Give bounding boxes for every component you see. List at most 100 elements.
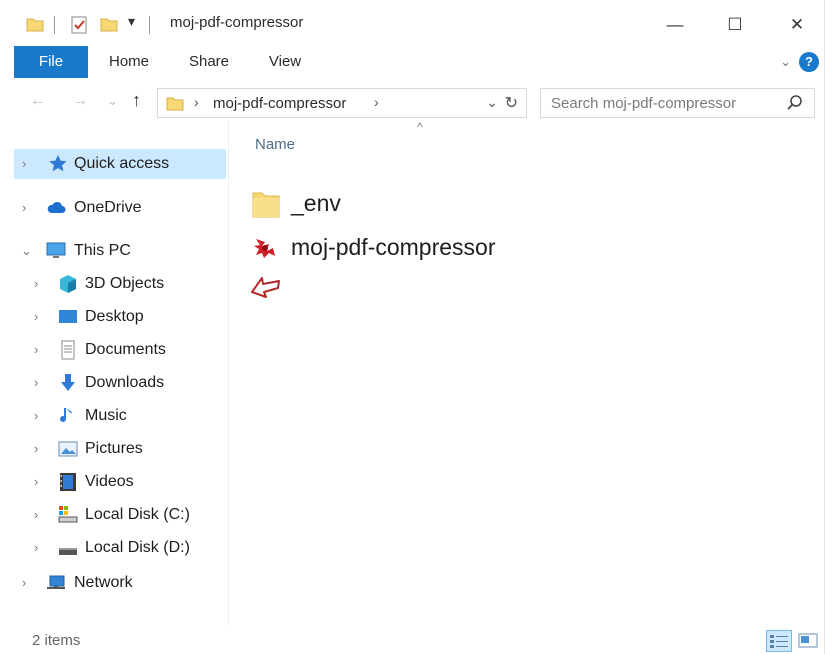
computer-icon xyxy=(46,242,66,258)
nav-item-local-disk-d[interactable]: › Local Disk (D:) xyxy=(14,533,226,563)
expand-icon[interactable]: › xyxy=(34,342,38,357)
star-icon xyxy=(49,155,67,172)
picture-icon xyxy=(58,441,78,457)
toolbar-separator xyxy=(149,16,150,34)
file-name: moj-pdf-compressor xyxy=(291,234,496,260)
desktop-icon xyxy=(59,310,77,323)
folder-icon[interactable] xyxy=(26,16,44,32)
expand-ribbon-icon[interactable]: ⌄ xyxy=(780,54,791,70)
cube-icon xyxy=(60,275,76,293)
expand-icon[interactable]: › xyxy=(34,276,38,291)
pane-divider[interactable] xyxy=(228,120,229,625)
close-button[interactable]: ✕ xyxy=(774,8,820,42)
expand-icon[interactable]: › xyxy=(34,309,38,324)
nav-item-videos[interactable]: › Videos xyxy=(14,467,226,497)
video-icon xyxy=(60,473,76,491)
nav-label: This PC xyxy=(74,242,131,259)
column-header-name[interactable]: Name xyxy=(255,136,295,153)
nav-item-desktop[interactable]: › Desktop xyxy=(14,302,226,332)
breadcrumb-current[interactable]: moj-pdf-compressor xyxy=(213,95,346,112)
window-title: moj-pdf-compressor xyxy=(170,14,304,31)
annotation-arrow-icon xyxy=(251,277,280,298)
nav-label: Videos xyxy=(85,473,134,490)
folder-icon xyxy=(252,192,280,218)
file-item-moj-pdf-compressor[interactable]: moj-pdf-compressor xyxy=(248,230,608,266)
drive-c-icon xyxy=(58,506,78,523)
tab-home[interactable]: Home xyxy=(96,46,162,78)
item-count: 2 items xyxy=(32,632,81,649)
network-icon xyxy=(47,575,65,589)
sort-ascending-icon: ^ xyxy=(417,120,423,134)
tab-view[interactable]: View xyxy=(254,46,316,78)
large-icons-view-icon xyxy=(798,633,818,648)
status-bar: 2 items xyxy=(0,628,825,654)
tab-file[interactable]: File xyxy=(14,46,88,78)
recent-locations-icon[interactable]: ⌄ xyxy=(107,93,118,109)
search-input[interactable]: Search moj-pdf-compressor xyxy=(551,95,736,112)
expand-icon[interactable]: › xyxy=(22,200,26,215)
nav-label: Quick access xyxy=(74,155,170,172)
nav-item-documents[interactable]: › Documents xyxy=(14,335,226,365)
nav-label: Pictures xyxy=(85,440,143,457)
title-bar: ▾ moj-pdf-compressor — ☐ ✕ xyxy=(0,0,825,46)
minimize-button[interactable]: — xyxy=(652,8,698,42)
maximize-button[interactable]: ☐ xyxy=(712,8,758,42)
new-folder-icon[interactable] xyxy=(100,16,118,32)
nav-label: 3D Objects xyxy=(85,275,165,292)
drive-d-icon xyxy=(59,548,77,555)
nav-label: OneDrive xyxy=(74,199,142,216)
file-name: _env xyxy=(291,190,341,216)
breadcrumb-separator-icon[interactable]: › xyxy=(194,94,199,110)
expand-icon[interactable]: › xyxy=(34,507,38,522)
navigation-bar: ← → ⌄ ↑ › moj-pdf-compressor › ⌄ ↻ Searc… xyxy=(0,84,825,120)
tab-share[interactable]: Share xyxy=(176,46,242,78)
nav-item-3d-objects[interactable]: › 3D Objects xyxy=(14,269,226,299)
nav-item-music[interactable]: › Music xyxy=(14,401,226,431)
document-icon xyxy=(61,340,75,360)
nav-item-network[interactable]: › Network xyxy=(14,568,226,598)
nav-item-local-disk-c[interactable]: › Local Disk (C:) xyxy=(14,500,226,530)
address-bar[interactable]: › moj-pdf-compressor › ⌄ ↻ xyxy=(157,88,527,118)
music-icon xyxy=(60,408,72,423)
nav-item-pictures[interactable]: › Pictures xyxy=(14,434,226,464)
expand-icon[interactable]: › xyxy=(34,474,38,489)
nav-item-downloads[interactable]: › Downloads xyxy=(14,368,226,398)
toolbar-separator xyxy=(54,16,55,34)
details-view-icon xyxy=(770,635,788,648)
nav-label: Documents xyxy=(85,341,166,358)
search-box[interactable]: Search moj-pdf-compressor xyxy=(540,88,815,118)
address-dropdown-icon[interactable]: ⌄ xyxy=(486,94,498,111)
breadcrumb-separator-icon[interactable]: › xyxy=(374,94,379,110)
nav-item-quick-access[interactable]: › Quick access xyxy=(14,149,226,179)
details-view-button[interactable] xyxy=(766,630,792,652)
expand-icon[interactable]: › xyxy=(34,375,38,390)
nav-label: Downloads xyxy=(85,374,165,391)
file-item-env[interactable]: _env xyxy=(248,186,608,222)
application-icon xyxy=(254,239,275,258)
nav-label: Music xyxy=(85,407,127,424)
help-icon[interactable]: ? xyxy=(799,52,819,72)
collapse-icon[interactable]: ⌄ xyxy=(21,243,32,259)
expand-icon[interactable]: › xyxy=(22,156,26,171)
nav-label: Desktop xyxy=(85,308,144,325)
expand-icon[interactable]: › xyxy=(34,540,38,555)
forward-button[interactable]: → xyxy=(72,92,88,110)
nav-item-onedrive[interactable]: › OneDrive xyxy=(14,193,226,223)
navigation-pane: › Quick access › OneDrive ⌄ This PC › 3D… xyxy=(0,120,228,620)
search-icon[interactable] xyxy=(786,94,804,112)
download-icon xyxy=(61,374,75,391)
properties-icon[interactable] xyxy=(70,16,88,34)
customize-toolbar-icon[interactable]: ▾ xyxy=(128,13,135,30)
expand-icon[interactable]: › xyxy=(34,441,38,456)
refresh-icon[interactable]: ↻ xyxy=(505,93,518,113)
file-explorer-window: ▾ moj-pdf-compressor — ☐ ✕ File Home Sha… xyxy=(0,0,825,654)
large-icons-view-button[interactable] xyxy=(796,630,822,652)
nav-item-this-pc[interactable]: ⌄ This PC xyxy=(14,236,226,266)
back-button[interactable]: ← xyxy=(30,92,46,110)
expand-icon[interactable]: › xyxy=(34,408,38,423)
nav-label: Network xyxy=(74,574,133,591)
nav-label: Local Disk (C:) xyxy=(85,506,190,523)
up-button[interactable]: ↑ xyxy=(132,90,141,111)
ribbon-tabs: File Home Share View ⌄ ? xyxy=(0,46,825,78)
expand-icon[interactable]: › xyxy=(22,575,26,590)
